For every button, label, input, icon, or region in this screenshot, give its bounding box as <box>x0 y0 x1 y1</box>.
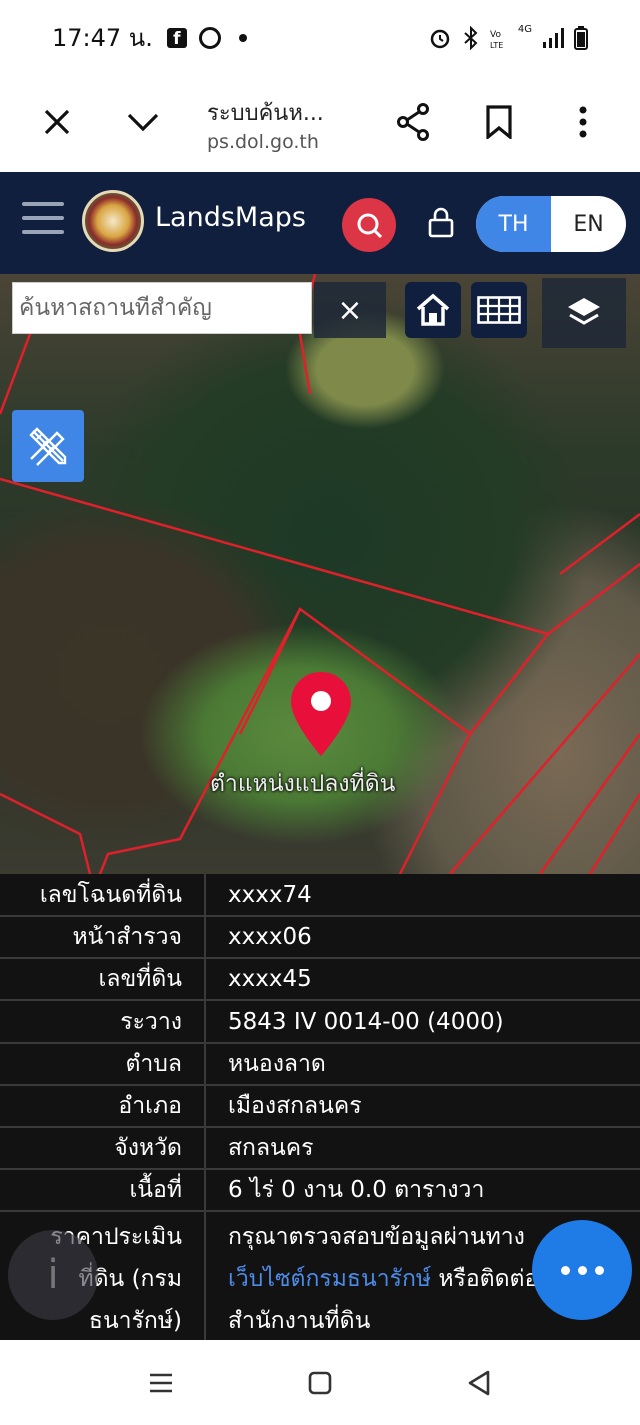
svg-text:LTE: LTE <box>490 41 503 50</box>
recents-icon <box>150 1373 172 1393</box>
language-toggle: TH EN <box>476 196 626 252</box>
app-header: LandsMaps TH EN <box>0 172 640 274</box>
status-bar: 17:47 น. f Vo LTE 4G <box>0 0 640 75</box>
status-time: 17:47 น. <box>52 24 153 52</box>
place-search-input[interactable] <box>19 295 311 321</box>
lang-en-button[interactable]: EN <box>551 196 626 252</box>
table-row: จังหวัด สกลนคร <box>0 1128 640 1170</box>
system-nav-bar <box>0 1340 640 1425</box>
row-label: เลขที่ดิน <box>0 959 206 999</box>
row-value: xxxx45 <box>228 966 312 992</box>
satellite-map[interactable]: × ตำแหน่งแปลงที่ดิน <box>0 274 640 874</box>
row-value: xxxx06 <box>228 924 312 950</box>
close-icon <box>44 109 70 135</box>
brand-title: LandsMaps <box>155 202 306 233</box>
layers-button[interactable] <box>542 278 626 348</box>
place-search-field[interactable] <box>12 282 312 334</box>
table-row: อำเภอ เมืองสกลนคร <box>0 1086 640 1128</box>
more-vertical-icon <box>579 106 587 138</box>
battery-icon <box>574 25 588 50</box>
svg-text:Vo: Vo <box>490 30 501 40</box>
hamburger-menu-icon[interactable] <box>22 202 64 238</box>
facebook-icon: f <box>166 27 187 49</box>
fab-dot-icon <box>594 1265 604 1275</box>
layers-icon <box>568 298 600 325</box>
ruler-pencil-icon <box>29 427 67 466</box>
bookmark-button[interactable] <box>474 97 524 147</box>
search-icon <box>357 213 383 239</box>
table-row: ตำบล หนองลาด <box>0 1044 640 1086</box>
clear-search-button[interactable]: × <box>314 282 386 338</box>
pin-label: ตำแหน่งแปลงที่ดิน <box>210 771 396 797</box>
table-row: เลขโฉนดที่ดิน xxxx74 <box>0 874 640 917</box>
row-value: หนองลาด <box>228 1051 326 1077</box>
row-label: เลขโฉนดที่ดิน <box>0 874 206 915</box>
row-value: 5843 IV 0014-00 (4000) <box>228 1008 504 1035</box>
messenger-icon <box>198 26 221 49</box>
notification-dot-icon <box>238 33 247 42</box>
table-row: หน้าสำรวจ xxxx06 <box>0 917 640 959</box>
close-tab-button[interactable] <box>32 97 82 147</box>
lang-th-button[interactable]: TH <box>476 196 551 252</box>
home-button[interactable] <box>405 282 461 338</box>
chevron-down-icon <box>127 113 159 132</box>
grid-button[interactable] <box>471 282 527 338</box>
lock-icon[interactable] <box>424 206 458 240</box>
fab-dot-icon <box>560 1265 570 1275</box>
minimize-button[interactable] <box>118 97 168 147</box>
row-label: จังหวัด <box>0 1128 206 1168</box>
appraisal-label-line3: ธนารักษ์) <box>88 1308 182 1334</box>
row-label: อำเภอ <box>0 1086 206 1126</box>
row-label: เนื้อที่ <box>0 1170 206 1210</box>
table-row: เลขที่ดิน xxxx45 <box>0 959 640 1001</box>
table-row: เนื้อที่ 6 ไร่ 0 งาน 0.0 ตารางวา <box>0 1170 640 1212</box>
bluetooth-icon <box>464 25 478 50</box>
grid-icon <box>477 296 521 324</box>
network-type: 4G <box>517 24 532 35</box>
dol-logo <box>82 190 144 252</box>
home-nav-button[interactable] <box>305 1368 335 1398</box>
appraisal-value-line2-rest: หรือติดต่อ <box>431 1266 539 1292</box>
home-square-icon <box>308 1371 332 1395</box>
treasury-website-link[interactable]: เว็บไซต์กรมธนารักษ์ <box>228 1266 431 1292</box>
row-value: xxxx74 <box>228 881 312 908</box>
row-value: สกลนคร <box>228 1135 314 1161</box>
map-pin-icon[interactable] <box>288 670 354 758</box>
table-row: ระวาง 5843 IV 0014-00 (4000) <box>0 1001 640 1044</box>
share-icon <box>397 103 429 141</box>
browser-toolbar: ระบบค้นห... ps.dol.go.th <box>0 75 640 172</box>
fab-dot-icon <box>577 1265 587 1275</box>
signal-icon <box>543 27 564 48</box>
row-label: ตำบล <box>0 1044 206 1084</box>
back-nav-button[interactable] <box>464 1368 494 1398</box>
page-title: ระบบค้นห... <box>207 101 324 126</box>
row-label: ระวาง <box>0 1001 206 1042</box>
draw-measure-button[interactable] <box>12 410 84 482</box>
bookmark-icon <box>486 105 512 139</box>
url-host[interactable]: ps.dol.go.th <box>207 131 319 153</box>
row-value: เมืองสกลนคร <box>228 1093 362 1119</box>
more-options-button[interactable] <box>558 97 608 147</box>
info-icon[interactable]: i <box>8 1230 98 1320</box>
alarm-icon <box>430 29 450 48</box>
recent-apps-button[interactable] <box>146 1368 176 1398</box>
home-icon <box>416 293 450 326</box>
volte-icon: VoLTE <box>490 30 503 50</box>
search-button[interactable] <box>342 198 396 252</box>
share-button[interactable] <box>388 97 438 147</box>
system-icons: Vo LTE 4G <box>428 24 588 50</box>
row-value: 6 ไร่ 0 งาน 0.0 ตารางวา <box>228 1177 485 1203</box>
more-actions-fab[interactable] <box>532 1220 632 1320</box>
row-label: หน้าสำรวจ <box>0 917 206 957</box>
back-triangle-icon <box>468 1370 490 1396</box>
